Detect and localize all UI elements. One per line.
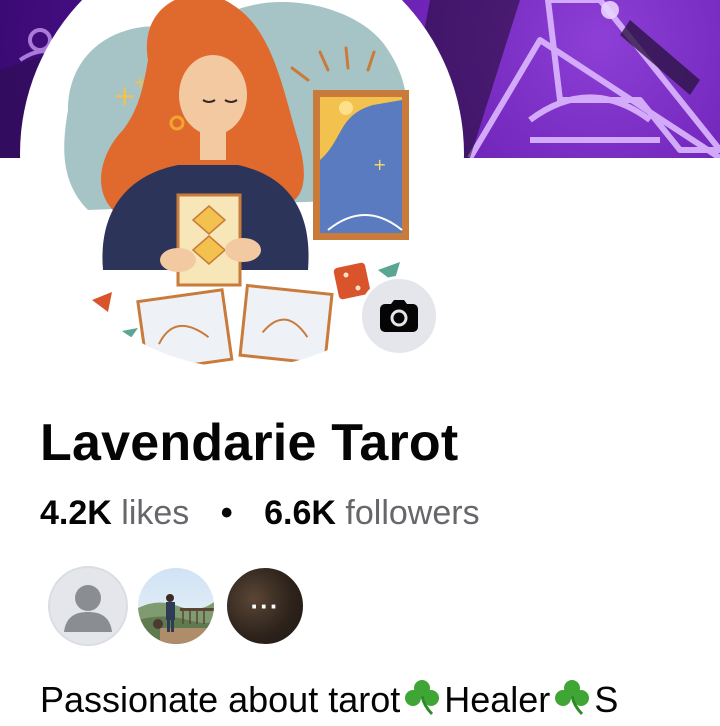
stats-separator: • xyxy=(220,494,233,532)
shamrock-icon xyxy=(552,678,592,726)
page-bio: Passionate about tarot Healer S xyxy=(40,678,618,726)
more-friends-button[interactable]: ··· xyxy=(225,566,305,646)
more-dots-icon: ··· xyxy=(250,590,280,621)
likes-label[interactable]: likes xyxy=(121,494,189,532)
followers-label[interactable]: followers xyxy=(345,494,479,532)
friend-avatar-photo[interactable] xyxy=(136,566,216,646)
followers-count[interactable]: 6.6K xyxy=(264,494,336,532)
person-silhouette-icon xyxy=(64,585,112,632)
page-stats: 4.2K likes • 6.6K followers xyxy=(40,494,480,533)
friend-photo xyxy=(138,568,214,644)
change-profile-photo-button[interactable] xyxy=(359,276,439,356)
bio-text-3: S xyxy=(594,679,619,720)
shamrock-icon xyxy=(402,678,442,726)
likes-count[interactable]: 4.2K xyxy=(40,494,112,532)
svg-text:+: + xyxy=(373,155,386,174)
friend-avatar-default[interactable] xyxy=(48,566,128,646)
bio-text-1: Passionate about tarot xyxy=(40,679,401,720)
bio-text-2: Healer xyxy=(444,679,551,720)
page-title: Lavendarie Tarot xyxy=(40,414,459,472)
camera-icon xyxy=(380,300,418,332)
